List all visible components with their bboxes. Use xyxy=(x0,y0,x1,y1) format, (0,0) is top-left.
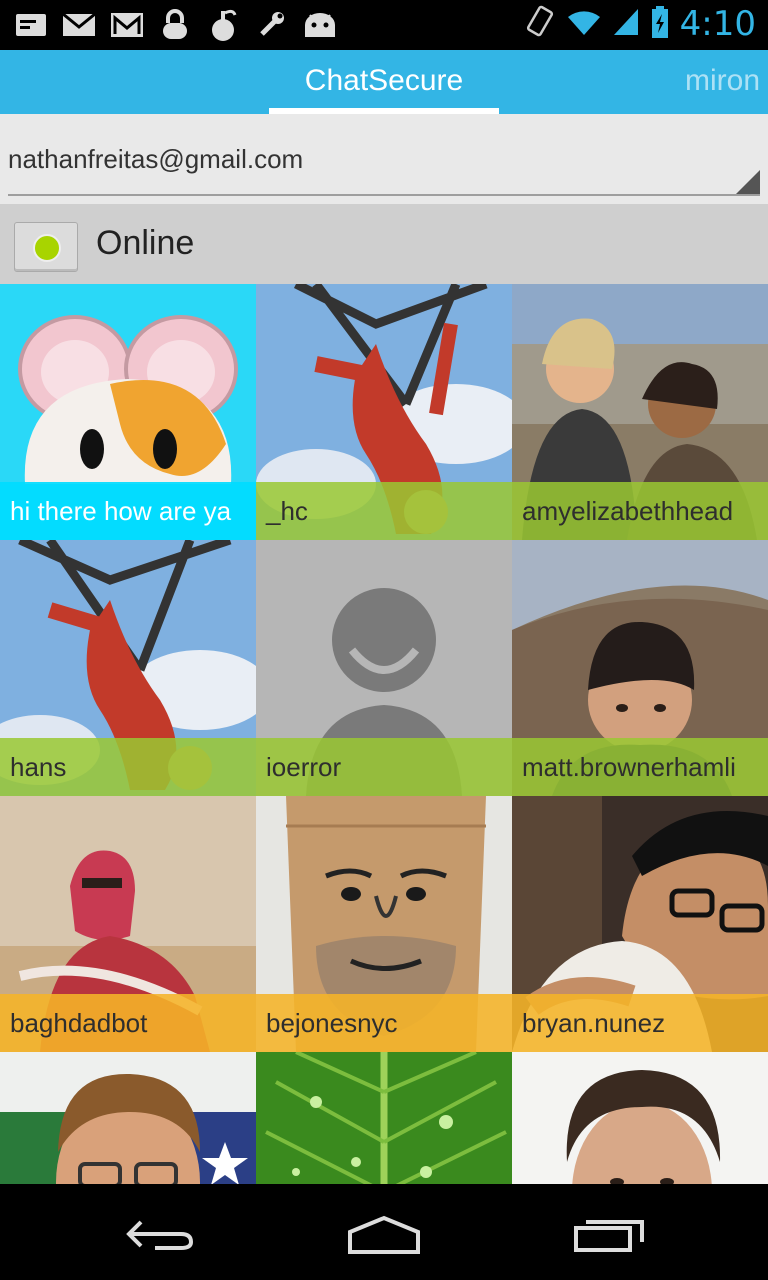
recents-icon xyxy=(574,1220,644,1252)
contact-name: bejonesnyc xyxy=(256,994,512,1052)
notification-icon xyxy=(14,8,48,42)
navigation-bar xyxy=(0,1184,768,1280)
gourd-icon xyxy=(206,8,240,42)
contact-tile[interactable]: amyelizabethhead xyxy=(512,284,768,540)
account-spinner[interactable]: nathanfreitas@gmail.com xyxy=(0,114,768,204)
presence-status-button[interactable] xyxy=(14,222,78,272)
contact-tile[interactable]: ioerror xyxy=(256,540,512,796)
contact-name: bryan.nunez xyxy=(512,994,768,1052)
contact-tile[interactable]: bryan.nunez xyxy=(512,796,768,1052)
online-status-icon xyxy=(33,234,61,262)
recents-button[interactable] xyxy=(560,1204,660,1264)
rotation-icon xyxy=(524,5,556,44)
clock: 4:10 xyxy=(679,4,756,44)
contact-tile[interactable] xyxy=(0,1052,256,1184)
spinner-dropdown-icon xyxy=(736,170,760,194)
gmail-icon xyxy=(110,8,144,42)
android-icon xyxy=(302,8,336,42)
signal-icon xyxy=(612,7,640,42)
contact-tile[interactable]: bejonesnyc xyxy=(256,796,512,1052)
contact-name: _hc xyxy=(256,482,512,540)
contact-name: hi there how are ya xyxy=(0,482,256,540)
contact-name: hans xyxy=(0,738,256,796)
wifi-icon xyxy=(566,7,602,42)
contact-tile[interactable]: hans xyxy=(0,540,256,796)
tab-bar: ChatSecure miron xyxy=(0,50,768,114)
contact-name: amyelizabethhead xyxy=(512,482,768,540)
contact-tile[interactable]: matt.brownerhamli xyxy=(512,540,768,796)
spinner-underline xyxy=(8,194,760,196)
mail-icon xyxy=(62,8,96,42)
home-icon xyxy=(348,1215,420,1254)
contact-tile[interactable]: hi there how are ya xyxy=(0,284,256,540)
contact-tile[interactable]: _hc xyxy=(256,284,512,540)
tab-next[interactable]: miron xyxy=(685,64,760,98)
back-button[interactable] xyxy=(110,1204,210,1264)
green-leaf-photo xyxy=(256,1052,512,1184)
battery-charging-icon xyxy=(650,5,670,44)
presence-status-label: Online xyxy=(96,224,195,262)
home-button[interactable] xyxy=(334,1204,434,1264)
back-icon xyxy=(126,1220,194,1250)
contact-tile[interactable]: baghdadbot xyxy=(0,796,256,1052)
man-flag-photo xyxy=(0,1052,256,1184)
contact-tile[interactable] xyxy=(512,1052,768,1184)
contact-name: matt.brownerhamli xyxy=(512,738,768,796)
tab-chatsecure[interactable]: ChatSecure xyxy=(269,50,499,114)
lock-icon xyxy=(158,8,192,42)
system-icons: 4:10 xyxy=(524,4,756,44)
status-bar: 4:10 xyxy=(0,0,768,50)
presence-row: Online xyxy=(0,204,768,284)
contact-name: baghdadbot xyxy=(0,994,256,1052)
account-email: nathanfreitas@gmail.com xyxy=(8,144,304,174)
notification-icons xyxy=(14,8,336,42)
contact-tile[interactable] xyxy=(256,1052,512,1184)
contact-name: ioerror xyxy=(256,738,512,796)
tools-icon xyxy=(254,8,288,42)
contact-grid: hi there how are ya _hc amyelizabethhead… xyxy=(0,284,768,1184)
tab-label: ChatSecure xyxy=(304,64,464,97)
man-portrait-photo xyxy=(512,1052,768,1184)
